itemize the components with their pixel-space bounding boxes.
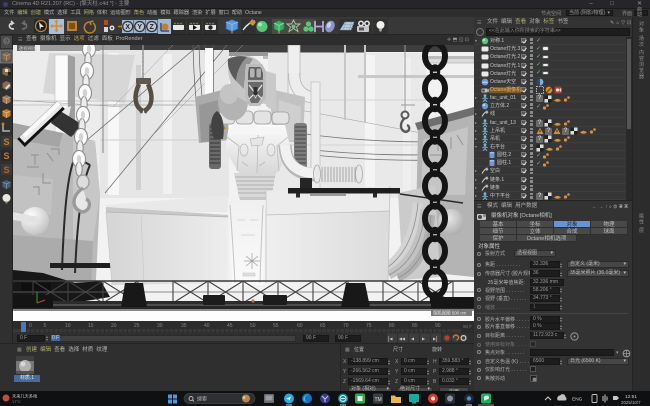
svg-text:55: 55 <box>273 323 279 329</box>
svg-text:65: 65 <box>320 323 326 329</box>
svg-text:60: 60 <box>297 323 303 329</box>
svg-text:S: S <box>3 165 9 175</box>
svg-text:35: 35 <box>181 323 187 329</box>
svg-text:80: 80 <box>389 323 395 329</box>
svg-text:TM: TM <box>375 397 382 403</box>
svg-text:|◂: |◂ <box>388 337 393 343</box>
svg-text:◂: ◂ <box>411 337 414 343</box>
svg-text:X: X <box>125 24 130 31</box>
svg-text:ENG: ENG <box>572 397 583 403</box>
svg-text:90: 90 <box>435 323 441 329</box>
svg-text:▸|: ▸| <box>433 337 438 343</box>
svg-text:70: 70 <box>343 323 349 329</box>
svg-text:85: 85 <box>412 323 418 329</box>
svg-text:40: 40 <box>204 323 210 329</box>
svg-text:75: 75 <box>366 323 372 329</box>
svg-text:相机视图 500 cm: 相机视图 500 cm <box>433 310 467 317</box>
svg-text:S: S <box>3 151 9 161</box>
svg-text:◂◂: ◂◂ <box>399 337 405 343</box>
svg-text:5: 5 <box>44 323 47 329</box>
svg-text:25: 25 <box>134 323 140 329</box>
svg-text:0: 0 <box>29 323 32 329</box>
svg-text:90 F: 90 F <box>463 324 472 329</box>
svg-text:搜索: 搜索 <box>197 396 207 403</box>
svg-text:50: 50 <box>250 323 256 329</box>
svg-text:▸: ▸ <box>422 337 425 343</box>
svg-text:Z: Z <box>150 24 155 31</box>
svg-text:17°C: 17°C <box>12 399 21 404</box>
svg-text:15: 15 <box>88 323 94 329</box>
svg-text:20: 20 <box>111 323 117 329</box>
svg-text:2025/10/7: 2025/10/7 <box>621 400 641 405</box>
svg-text:透视视图: 透视视图 <box>19 45 38 52</box>
svg-text:30: 30 <box>157 323 163 329</box>
svg-text:10: 10 <box>65 323 71 329</box>
svg-text:Y: Y <box>137 24 142 31</box>
svg-text:S: S <box>3 137 9 147</box>
svg-text:45: 45 <box>227 323 233 329</box>
